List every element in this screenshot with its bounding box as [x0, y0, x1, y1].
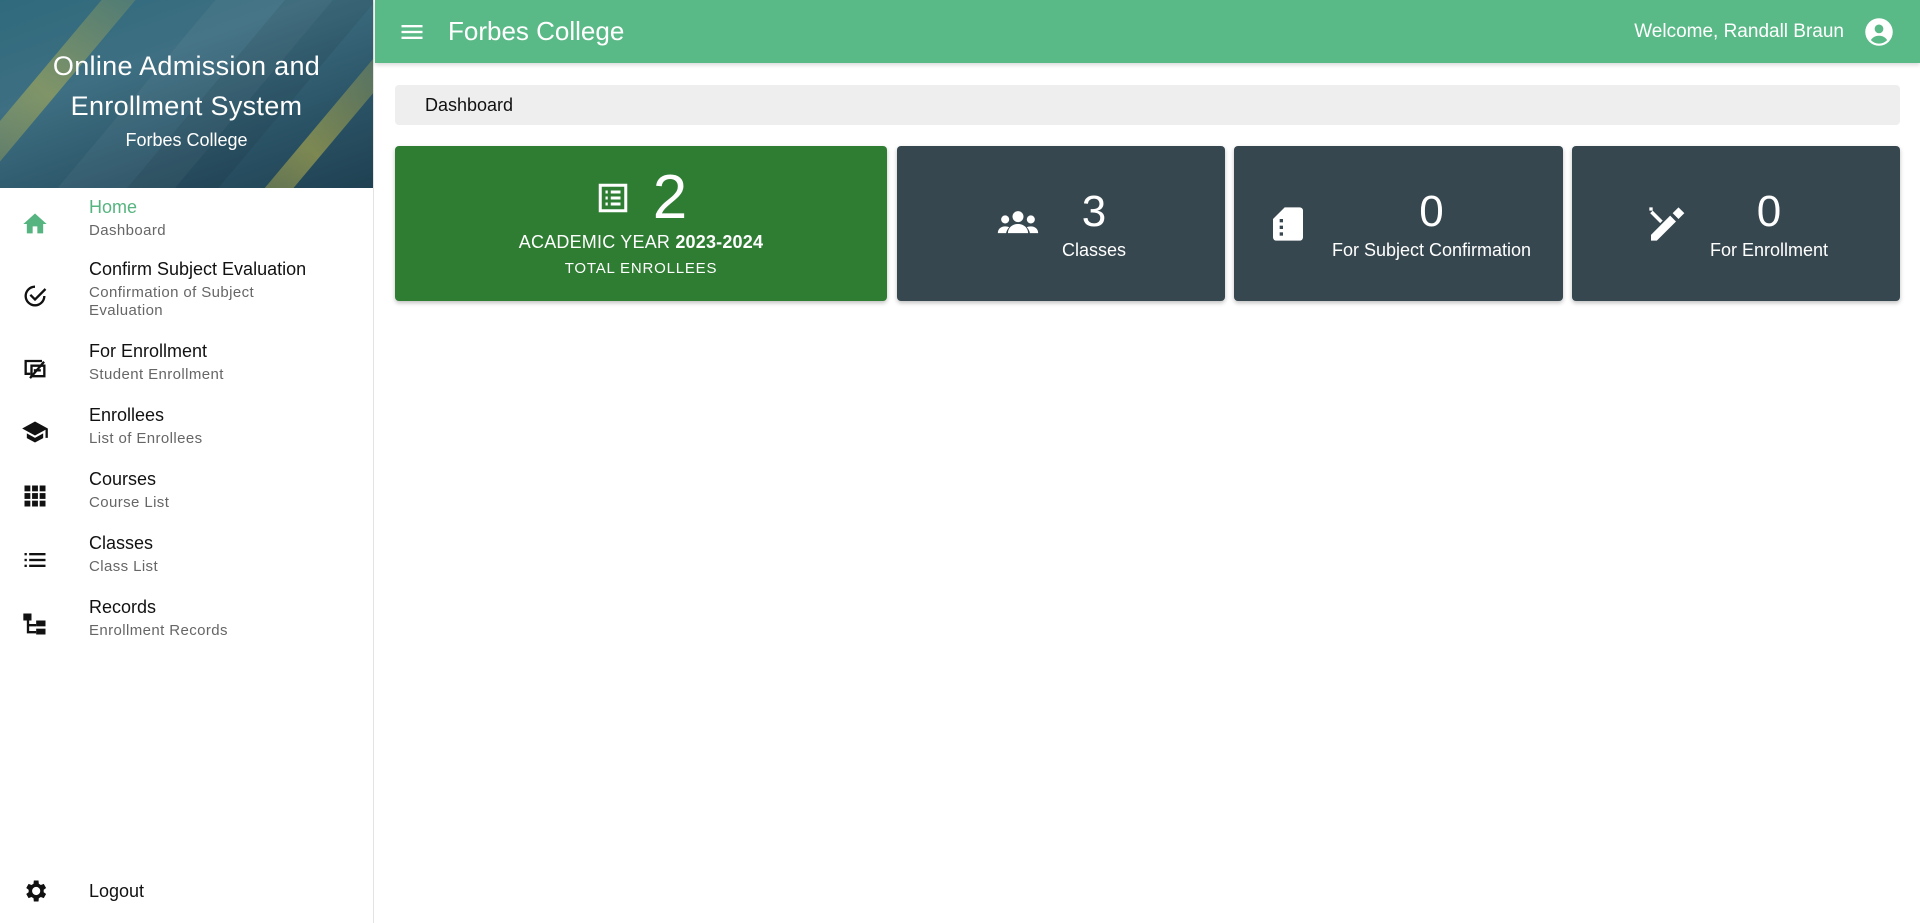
- sidebar-item-desc: Student Enrollment: [89, 366, 224, 383]
- subject-confirmation-label: For Subject Confirmation: [1331, 239, 1532, 260]
- academic-year-prefix: ACADEMIC YEAR: [518, 232, 671, 252]
- document-list-icon: [595, 180, 631, 216]
- sidebar-item-label: For Enrollment: [89, 341, 208, 361]
- subject-confirmation-count: 0: [1419, 186, 1444, 236]
- sidebar-item-desc: Course List: [89, 494, 170, 511]
- for-enrollment-count: 0: [1756, 186, 1782, 236]
- enrollment-icon: [17, 350, 53, 386]
- sidebar-header: Online Admission and Enrollment System F…: [0, 0, 373, 188]
- sidebar-item-label: Enrollees: [89, 405, 165, 425]
- topbar: Forbes College Welcome, Randall Braun: [375, 0, 1920, 63]
- sidebar-nav: Home Dashboard Confirm Subject Evaluatio…: [0, 188, 373, 652]
- total-enrollees-card[interactable]: 2 ACADEMIC YEAR 2023-2024 TOTAL ENROLLEE…: [395, 146, 887, 301]
- graduation-cap-icon: [17, 414, 53, 450]
- settings-gear-icon: [17, 873, 53, 909]
- home-icon: [17, 206, 53, 242]
- sidebar: Online Admission and Enrollment System F…: [0, 0, 374, 923]
- sidebar-item-label: Confirm Subject Evaluation: [89, 259, 307, 279]
- classes-label: Classes: [1061, 239, 1127, 260]
- breadcrumb-current: Dashboard: [425, 94, 514, 115]
- system-title: Online Admission and Enrollment System: [52, 51, 321, 121]
- sidebar-item-label: Records: [89, 597, 157, 617]
- account-circle-icon[interactable]: [1864, 17, 1894, 47]
- sidebar-item-classes[interactable]: Classes Class List: [0, 524, 373, 588]
- app-title: Forbes College: [448, 16, 625, 46]
- hierarchy-icon: [17, 606, 53, 642]
- sidebar-item-desc: Enrollment Records: [89, 622, 228, 639]
- total-enrollees-value: 2: [652, 163, 688, 232]
- college-name: Forbes College: [125, 130, 248, 150]
- check-circle-icon: [17, 278, 53, 314]
- sidebar-item-desc: List of Enrollees: [89, 430, 203, 447]
- sidebar-item-records[interactable]: Records Enrollment Records: [0, 588, 373, 652]
- menu-icon[interactable]: [396, 16, 428, 48]
- classes-count: 3: [1081, 186, 1107, 236]
- edit-pencil-icon: [1644, 202, 1688, 246]
- sidebar-item-desc: Confirmation of Subject Evaluation: [89, 284, 255, 319]
- breadcrumb: Dashboard: [395, 85, 1900, 125]
- group-icon: [996, 202, 1040, 246]
- subject-confirmation-card[interactable]: 0 For Subject Confirmation: [1234, 146, 1563, 301]
- sidebar-item-for-enrollment[interactable]: For Enrollment Student Enrollment: [0, 332, 373, 396]
- sidebar-item-label: Courses: [89, 469, 157, 489]
- file-icon: [1266, 202, 1310, 246]
- academic-year-value: 2023-2024: [675, 232, 764, 252]
- for-enrollment-label: For Enrollment: [1709, 239, 1829, 260]
- sidebar-item-confirm-subject-evaluation[interactable]: Confirm Subject Evaluation Confirmation …: [0, 250, 373, 332]
- sidebar-item-courses[interactable]: Courses Course List: [0, 460, 373, 524]
- sidebar-item-home[interactable]: Home Dashboard: [0, 188, 373, 250]
- grid-icon: [17, 478, 53, 514]
- total-enrollees-label: TOTAL ENROLLEES: [564, 260, 718, 277]
- academic-year: ACADEMIC YEAR 2023-2024: [395, 232, 887, 253]
- logout-button[interactable]: Logout: [0, 873, 144, 909]
- sidebar-item-desc: Dashboard: [89, 222, 166, 239]
- logout-label: Logout: [89, 881, 145, 901]
- classes-card[interactable]: 3 Classes: [897, 146, 1225, 301]
- sidebar-item-label: Home: [89, 197, 138, 217]
- sidebar-item-desc: Class List: [89, 558, 159, 575]
- sidebar-item-label: Classes: [89, 533, 154, 553]
- for-enrollment-card[interactable]: 0 For Enrollment: [1572, 146, 1900, 301]
- list-icon: [17, 542, 53, 578]
- welcome-text: Welcome, Randall Braun: [1634, 20, 1844, 42]
- sidebar-item-enrollees[interactable]: Enrollees List of Enrollees: [0, 396, 373, 460]
